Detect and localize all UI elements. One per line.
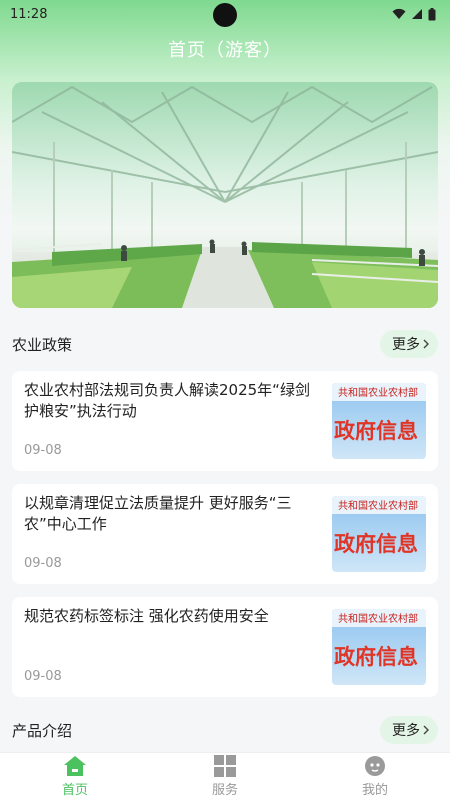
news-thumbnail: 共和国农业农村部 政府信息 — [332, 609, 426, 685]
news-title: 规范农药标签标注 强化农药使用安全 — [24, 607, 269, 625]
camera-cutout — [213, 3, 237, 27]
wifi-icon — [392, 8, 406, 19]
thumb-top-text: 共和国农业农村部 — [338, 386, 418, 399]
greenhouse-illustration — [12, 82, 438, 308]
policy-more-button[interactable]: 更多 — [380, 330, 438, 358]
home-screen: 11:28 首页（游客） 农业政策 更多 农业农村部法规司负责人解读2025年“… — [0, 0, 450, 800]
products-section-title: 产品介绍 — [12, 721, 73, 740]
news-thumbnail: 共和国农业农村部 政府信息 — [332, 496, 426, 572]
news-date: 09-08 — [24, 556, 62, 571]
nav-home[interactable]: 首页 — [0, 755, 150, 798]
bottom-nav: 首页 服务 我的 — [0, 752, 450, 800]
gov-info-thumbnail-image: 共和国农业农村部 政府信息 — [332, 609, 426, 685]
home-icon — [64, 756, 86, 776]
banner-greenhouse-image[interactable] — [12, 82, 438, 308]
battery-icon — [428, 7, 436, 20]
gov-info-thumbnail-image: 共和国农业农村部 政府信息 — [332, 383, 426, 459]
news-card[interactable]: 农业农村部法规司负责人解读2025年“绿剑护粮安”执法行动 09-08 共和国农… — [12, 371, 438, 471]
news-title: 以规章清理促立法质量提升 更好服务“三农”中心工作 — [24, 494, 292, 533]
grid-icon — [214, 755, 236, 777]
news-card[interactable]: 规范农药标签标注 强化农药使用安全 09-08 共和国农业农村部 政府信息 — [12, 597, 438, 697]
policy-section-title: 农业政策 — [12, 335, 73, 354]
thumb-main-text: 政府信息 — [334, 419, 418, 443]
status-icons — [392, 7, 436, 21]
thumb-top-text: 共和国农业农村部 — [338, 499, 418, 512]
nav-service[interactable]: 服务 — [150, 755, 300, 798]
news-date: 09-08 — [24, 669, 62, 684]
products-more-label: 更多 — [392, 723, 420, 739]
news-card[interactable]: 以规章清理促立法质量提升 更好服务“三农”中心工作 09-08 共和国农业农村部… — [12, 484, 438, 584]
signal-icon — [412, 9, 422, 19]
nav-mine-label: 我的 — [361, 783, 388, 798]
nav-home-label: 首页 — [61, 783, 88, 798]
user-face-icon — [365, 756, 385, 776]
products-section-header: 产品介绍 更多 — [12, 715, 438, 745]
status-time: 11:28 — [10, 6, 48, 22]
nav-service-label: 服务 — [211, 783, 238, 798]
page-title: 首页（游客） — [168, 40, 282, 61]
chevron-right-icon — [423, 339, 429, 349]
policy-more-label: 更多 — [392, 337, 420, 353]
thumb-top-text: 共和国农业农村部 — [338, 612, 418, 625]
news-thumbnail: 共和国农业农村部 政府信息 — [332, 383, 426, 459]
news-title: 农业农村部法规司负责人解读2025年“绿剑护粮安”执法行动 — [24, 381, 310, 420]
chevron-right-icon — [423, 725, 429, 735]
products-more-button[interactable]: 更多 — [380, 716, 438, 744]
thumb-main-text: 政府信息 — [334, 645, 418, 669]
gov-info-thumbnail-image: 共和国农业农村部 政府信息 — [332, 496, 426, 572]
nav-mine[interactable]: 我的 — [300, 755, 450, 798]
thumb-main-text: 政府信息 — [334, 532, 418, 556]
news-date: 09-08 — [24, 443, 62, 458]
policy-section-header: 农业政策 更多 — [12, 329, 438, 359]
title-bar: 首页（游客） — [0, 32, 450, 66]
